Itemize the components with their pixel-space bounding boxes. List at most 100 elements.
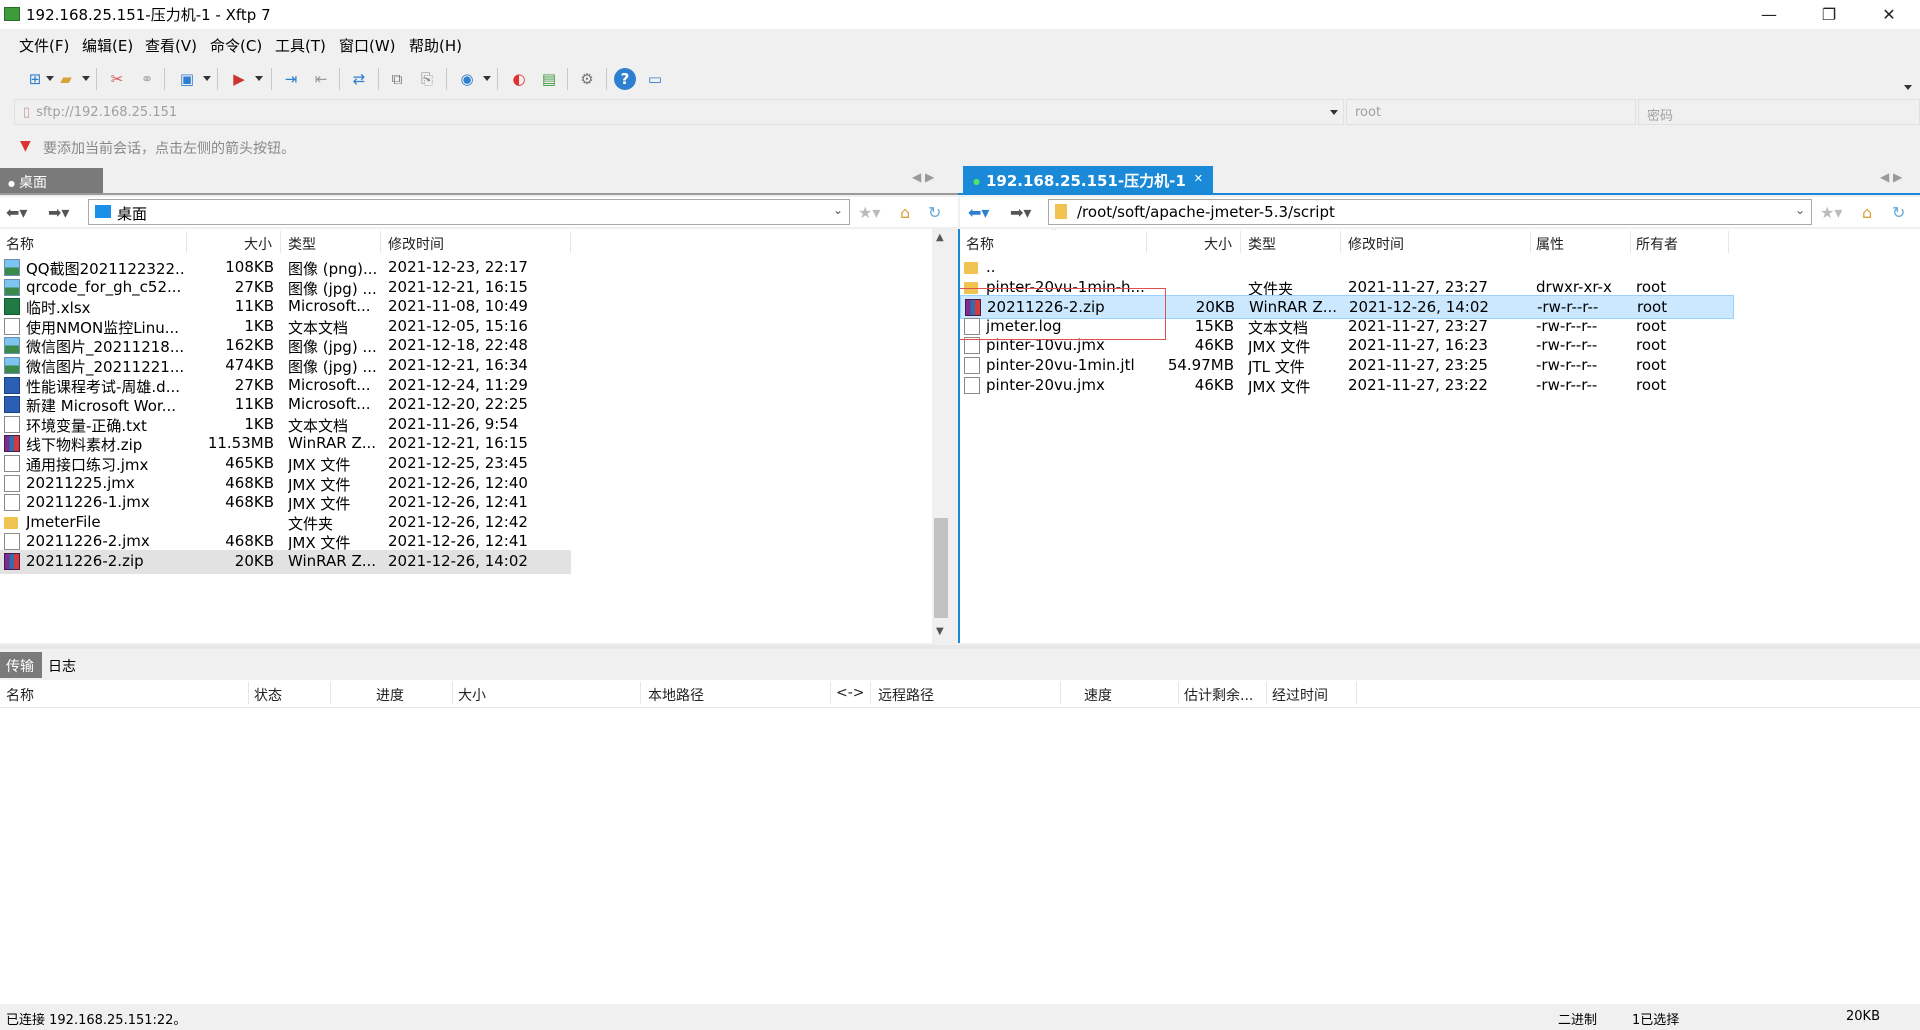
- local-cell-size: 27KB: [234, 277, 274, 296]
- horizontal-splitter[interactable]: [0, 645, 1920, 649]
- back-arrow-icon[interactable]: ⬅▾: [6, 203, 27, 222]
- remote-cell-type: JMX 文件: [1248, 377, 1311, 396]
- remote-parent-folder-icon[interactable]: ⌂: [1862, 203, 1872, 222]
- xftp-icon[interactable]: ▤: [538, 68, 560, 90]
- chat-icon[interactable]: ▭: [644, 68, 666, 90]
- remote-col-owner[interactable]: 所有者: [1636, 229, 1678, 255]
- copy-icon[interactable]: ⧉: [386, 68, 408, 90]
- local-cell-type: WinRAR Z...: [288, 552, 377, 570]
- xfer-col-eta[interactable]: 估计剩余...: [1184, 680, 1253, 706]
- local-cell-mtime: 2021-12-05, 15:16: [388, 316, 528, 335]
- forward-arrow-icon[interactable]: ➡▾: [48, 203, 69, 222]
- remote-bookmark-star-icon[interactable]: ★▾: [1820, 203, 1842, 222]
- remote-tab-scroll-icon[interactable]: ◀ ▶: [1880, 170, 1902, 184]
- menu-window[interactable]: 窗口(W): [339, 35, 396, 56]
- rar-file-icon: [4, 553, 20, 570]
- tab-local-desktop[interactable]: ● 桌面: [0, 168, 103, 194]
- remote-cell-size: 46KB: [1194, 375, 1234, 394]
- image-file-icon: [4, 337, 20, 355]
- tab-remote-session[interactable]: ● 192.168.25.151-压力机-1 ✕: [963, 166, 1213, 194]
- remote-col-mtime[interactable]: 修改时间: [1348, 229, 1404, 255]
- text-file-icon: [4, 415, 20, 433]
- maximize-button[interactable]: ❐: [1800, 0, 1858, 29]
- remote-folder-icon: [1055, 204, 1067, 219]
- password-input[interactable]: 密码: [1638, 99, 1920, 125]
- local-cell-size: 468KB: [225, 493, 274, 512]
- local-path-input[interactable]: 桌面 ⌄: [88, 199, 850, 225]
- parent-folder-icon[interactable]: ⌂: [900, 203, 910, 222]
- xfer-col-progress[interactable]: 进度: [376, 680, 404, 706]
- link-icon[interactable]: ⚭: [136, 68, 158, 90]
- remote-path-input[interactable]: /root/soft/apache-jmeter-5.3/script ⌄: [1048, 199, 1812, 225]
- remote-refresh-icon[interactable]: ↻: [1892, 203, 1905, 222]
- menu-edit[interactable]: 编辑(E): [82, 35, 133, 56]
- xfer-col-direction[interactable]: <->: [836, 680, 865, 706]
- menu-file[interactable]: 文件(F): [19, 35, 69, 56]
- sync-icon[interactable]: ⇄: [348, 68, 370, 90]
- xfer-col-local-path[interactable]: 本地路径: [648, 680, 704, 706]
- selection-count: 1已选择: [1632, 1013, 1680, 1028]
- remote-col-attr[interactable]: 属性: [1536, 229, 1564, 255]
- remote-col-name[interactable]: 名称: [966, 229, 994, 255]
- xfer-col-size[interactable]: 大小: [458, 680, 486, 706]
- settings-gear-icon[interactable]: ⚙: [576, 68, 598, 90]
- local-file-row[interactable]: 20211226-2.zip 20KB WinRAR Z... 2021-12-26,…: [0, 550, 571, 574]
- menu-help[interactable]: 帮助(H): [409, 35, 462, 56]
- open-folder-icon[interactable]: ▰: [55, 68, 77, 90]
- close-tab-icon[interactable]: ✕: [1194, 172, 1203, 185]
- col-type[interactable]: 类型: [288, 229, 316, 255]
- xfer-col-remote-path[interactable]: 远程路径: [878, 680, 934, 706]
- upload-icon[interactable]: ⇥: [280, 68, 302, 90]
- col-size[interactable]: 大小: [244, 229, 272, 255]
- scroll-up-icon[interactable]: ▲: [936, 232, 944, 243]
- transfer-mode[interactable]: 二进制: [1558, 1009, 1597, 1028]
- local-cell-size: 1KB: [244, 414, 274, 433]
- xfer-col-name[interactable]: 名称: [6, 680, 34, 706]
- username-input[interactable]: root: [1346, 99, 1636, 125]
- remote-back-arrow-icon[interactable]: ⬅▾: [968, 203, 989, 222]
- tab-log[interactable]: 日志: [48, 656, 76, 676]
- remote-file-row[interactable]: pinter-20vu.jmx 46KB JMX 文件 2021-11-27, 23:…: [960, 374, 1734, 398]
- xshell-icon[interactable]: ◐: [508, 68, 530, 90]
- terminal-icon[interactable]: ▶: [228, 68, 250, 90]
- remote-path-dropdown-icon[interactable]: ⌄: [1795, 203, 1805, 217]
- tab-transfer[interactable]: 传输: [0, 652, 42, 678]
- menu-tools[interactable]: 工具(T): [275, 35, 326, 56]
- help-icon[interactable]: ?: [614, 68, 636, 90]
- xfer-col-status[interactable]: 状态: [254, 680, 282, 706]
- paste-icon[interactable]: ⎘: [416, 68, 438, 90]
- tab-scroll-left-icon[interactable]: ◀ ▶: [912, 170, 934, 184]
- desktop-folder-icon: [95, 205, 111, 218]
- scroll-down-icon[interactable]: ▼: [936, 626, 944, 637]
- xfer-col-elapsed[interactable]: 经过时间: [1272, 680, 1328, 706]
- local-cell-mtime: 2021-12-20, 22:25: [388, 395, 528, 414]
- status-bar: 已连接 192.168.25.151:22。 二进制 1已选择 20KB: [0, 1004, 1920, 1030]
- download-icon[interactable]: ⇤: [310, 68, 332, 90]
- transfer-header: 名称 状态 进度 大小 本地路径 <-> 远程路径 速度 估计剩余... 经过时…: [0, 680, 1920, 708]
- bookmark-arrow-icon[interactable]: ▼: [20, 138, 31, 154]
- minimize-button[interactable]: —: [1740, 0, 1798, 29]
- close-window-button[interactable]: ✕: [1860, 0, 1918, 29]
- col-name[interactable]: 名称: [6, 229, 34, 255]
- remote-cell-name: pinter-20vu-1min.jtl: [986, 356, 1135, 374]
- menu-command[interactable]: 命令(C): [210, 35, 262, 56]
- disconnect-icon[interactable]: ✂: [106, 68, 128, 90]
- new-tab-icon[interactable]: ▣: [176, 68, 198, 90]
- new-session-icon[interactable]: ⊞: [24, 68, 46, 90]
- menu-view[interactable]: 查看(V): [145, 35, 197, 56]
- scroll-thumb[interactable]: [934, 518, 948, 618]
- remote-cell-name: ..: [986, 258, 996, 276]
- remote-forward-arrow-icon[interactable]: ➡▾: [1010, 203, 1031, 222]
- col-mtime[interactable]: 修改时间: [388, 229, 444, 255]
- local-scrollbar[interactable]: ▲ ▼: [932, 230, 950, 642]
- refresh-icon[interactable]: ↻: [928, 203, 941, 222]
- path-dropdown-icon[interactable]: ⌄: [833, 203, 843, 217]
- globe-icon[interactable]: ◉: [456, 68, 478, 90]
- remote-col-size[interactable]: 大小: [1204, 229, 1232, 255]
- host-url-input[interactable]: ▯ sftp://192.168.25.151: [14, 99, 1344, 125]
- xfer-col-speed[interactable]: 速度: [1084, 680, 1112, 706]
- remote-cell-mtime: 2021-11-27, 16:23: [1348, 336, 1488, 355]
- remote-col-type[interactable]: 类型: [1248, 229, 1276, 255]
- bookmark-star-icon[interactable]: ★▾: [858, 203, 880, 222]
- local-cell-size: 468KB: [225, 532, 274, 551]
